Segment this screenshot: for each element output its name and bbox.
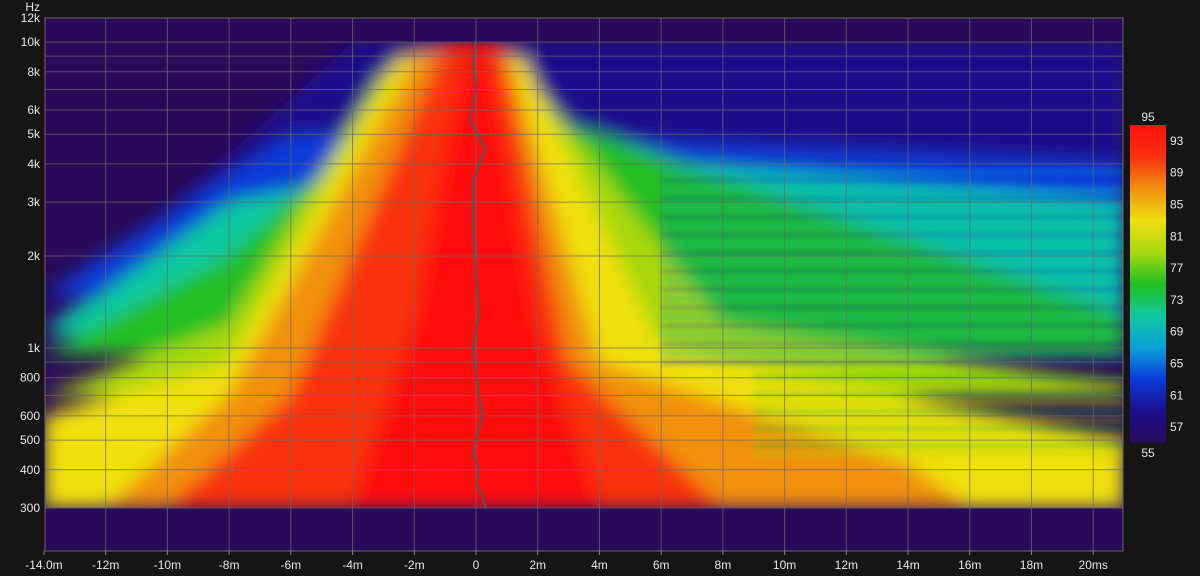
color-scale-label: 61: [1170, 388, 1184, 402]
color-scale-label: 85: [1170, 198, 1184, 212]
y-tick-label: 8k: [27, 65, 41, 79]
color-scale-label: 77: [1170, 261, 1184, 275]
x-tick-label: 10m: [773, 558, 796, 572]
color-scale-bar: [1130, 125, 1166, 443]
color-scale-label: 65: [1170, 357, 1184, 371]
y-tick-label: 500: [20, 433, 40, 447]
x-tick-label: 14m: [896, 558, 919, 572]
color-scale-label: 69: [1170, 325, 1184, 339]
x-tick-label: 0: [473, 558, 480, 572]
x-tick-label: 20ms: [1079, 558, 1108, 572]
color-scale-label: 57: [1170, 420, 1184, 434]
x-tick-label: 18m: [1020, 558, 1043, 572]
x-tick-label: -2m: [404, 558, 425, 572]
x-tick-label: -6m: [281, 558, 302, 572]
x-tick-label: 12m: [835, 558, 858, 572]
y-tick-label: 600: [20, 409, 40, 423]
color-scale: 95 93 89 85 81 77 73 69 65 61 57 55: [1130, 110, 1184, 460]
x-tick-label: -8m: [219, 558, 240, 572]
x-tick-label: 6m: [653, 558, 670, 572]
y-tick-label: 6k: [27, 103, 41, 117]
color-scale-label: 55: [1141, 446, 1155, 460]
y-tick-label: 2k: [27, 249, 41, 263]
x-axis-ticks: -14.0m -12m -10m -8m -6m -4m -2m 0 2m 4m 6m 8m 10m 12…: [25, 551, 1108, 572]
y-tick-label: 1k: [27, 341, 41, 355]
y-axis-ticks: 14.2k12k10k8k6k5k4k3k2k1k800600500400300: [11, 0, 41, 515]
y-tick-label: 800: [20, 371, 40, 385]
y-tick-label: 400: [20, 463, 40, 477]
x-tick-label: 16m: [958, 558, 981, 572]
color-scale-label: 81: [1170, 229, 1184, 243]
color-scale-label: 73: [1170, 293, 1184, 307]
color-scale-label: 89: [1170, 166, 1184, 180]
x-tick-label: 4m: [591, 558, 608, 572]
x-tick-label: -12m: [92, 558, 119, 572]
color-scale-label: 93: [1170, 134, 1184, 148]
x-tick-label: -10m: [154, 558, 181, 572]
y-tick-label: 300: [20, 501, 40, 515]
y-tick-label: 4k: [27, 157, 41, 171]
color-scale-label: 95: [1141, 110, 1155, 124]
x-tick-label: 2m: [529, 558, 546, 572]
y-axis-unit-label: Hz: [25, 0, 40, 14]
x-tick-label: 8m: [715, 558, 732, 572]
x-tick-label: -14.0m: [25, 558, 62, 572]
y-tick-label: 5k: [27, 127, 41, 141]
spectrogram-chart: 14.2k12k10k8k6k5k4k3k2k1k800600500400300…: [11, 0, 1184, 572]
y-tick-label: 10k: [21, 35, 41, 49]
x-tick-label: -4m: [342, 558, 363, 572]
y-tick-label: 3k: [27, 195, 41, 209]
